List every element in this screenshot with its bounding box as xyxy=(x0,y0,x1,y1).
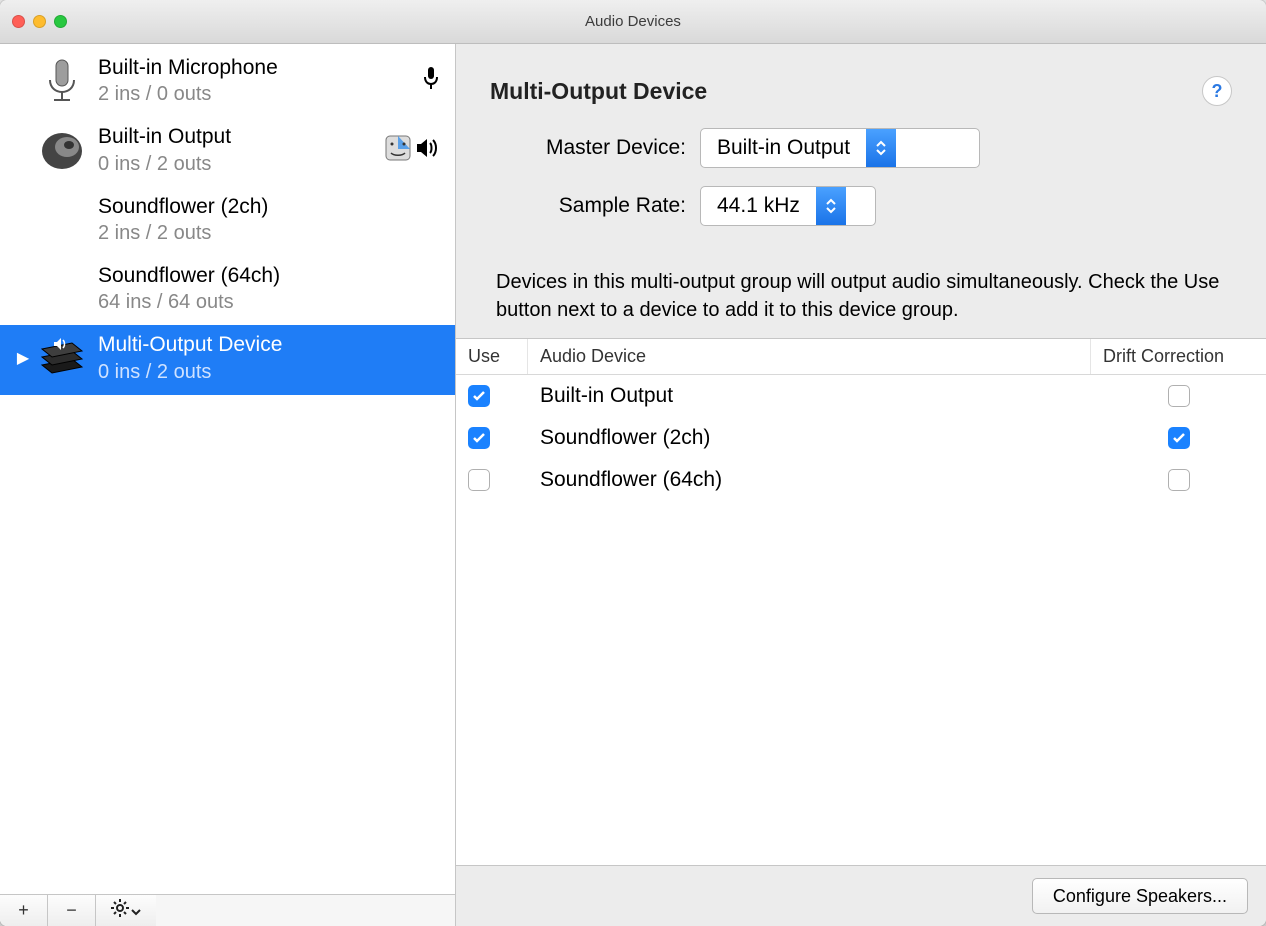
chevron-down-icon xyxy=(131,900,141,921)
stack-speaker-icon xyxy=(32,335,92,381)
device-name: Soundflower (64ch) xyxy=(98,262,441,290)
device-text: Soundflower (64ch) 64 ins / 64 outs xyxy=(92,262,441,315)
microphone-icon xyxy=(32,56,92,106)
body: ▶ Built-in Microphone 2 ins / 0 outs xyxy=(0,44,1266,926)
description: Devices in this multi-output group will … xyxy=(456,254,1266,338)
use-checkbox[interactable] xyxy=(468,469,490,491)
sidebar-item-built-in-microphone[interactable]: ▶ Built-in Microphone 2 ins / 0 outs xyxy=(0,48,455,117)
page-title: Multi-Output Device xyxy=(490,78,707,105)
traffic-lights xyxy=(12,15,67,28)
main-header: Multi-Output Device ? Master Device: Bui… xyxy=(456,44,1266,254)
device-text: Soundflower (2ch) 2 ins / 2 outs xyxy=(92,193,441,246)
sidebar-item-built-in-output[interactable]: ▶ Built-in Output 0 ins / 2 outs xyxy=(0,117,455,186)
device-text: Built-in Microphone 2 ins / 0 outs xyxy=(92,54,421,107)
minus-icon: − xyxy=(66,900,77,921)
cell-use xyxy=(456,375,528,417)
devices-table: Use Audio Device Drift Correction Built-… xyxy=(456,338,1266,866)
col-header-use[interactable]: Use xyxy=(456,339,528,374)
remove-button[interactable]: − xyxy=(48,895,96,926)
cell-device: Soundflower (2ch) xyxy=(528,417,1091,459)
sample-rate-row: Sample Rate: 44.1 kHz xyxy=(490,186,1232,226)
cell-use xyxy=(456,417,528,459)
device-badges xyxy=(385,135,441,166)
cell-drift xyxy=(1091,375,1266,417)
output-speaker-icon xyxy=(415,137,441,164)
sidebar: ▶ Built-in Microphone 2 ins / 0 outs xyxy=(0,44,456,926)
sidebar-footer: + − xyxy=(0,894,455,926)
settings-button[interactable] xyxy=(96,895,156,926)
main-footer: Configure Speakers... xyxy=(456,866,1266,926)
device-name: Built-in Output xyxy=(98,123,385,151)
sample-rate-value: 44.1 kHz xyxy=(701,194,816,218)
add-button[interactable]: + xyxy=(0,895,48,926)
cell-drift xyxy=(1091,417,1266,459)
gear-icon xyxy=(111,899,129,922)
sample-rate-select[interactable]: 44.1 kHz xyxy=(700,186,876,226)
device-badges xyxy=(421,65,441,96)
close-button[interactable] xyxy=(12,15,25,28)
cell-device: Built-in Output xyxy=(528,375,1091,417)
sidebar-item-soundflower-2ch[interactable]: ▶ Soundflower (2ch) 2 ins / 2 outs xyxy=(0,187,455,256)
updown-icon xyxy=(816,187,846,225)
plus-icon: + xyxy=(18,900,29,921)
disclosure-triangle-icon: ▶ xyxy=(14,348,32,368)
col-header-drift[interactable]: Drift Correction xyxy=(1091,339,1266,374)
device-meta: 2 ins / 0 outs xyxy=(98,82,421,107)
use-checkbox[interactable] xyxy=(468,427,490,449)
device-text: Built-in Output 0 ins / 2 outs xyxy=(92,123,385,176)
main-pane: Multi-Output Device ? Master Device: Bui… xyxy=(456,44,1266,926)
window: Audio Devices ▶ Built-in Microphone 2 in… xyxy=(0,0,1266,926)
device-name: Multi-Output Device xyxy=(98,331,441,359)
device-meta: 64 ins / 64 outs xyxy=(98,290,441,315)
device-meta: 0 ins / 2 outs xyxy=(98,360,441,385)
table-row[interactable]: Soundflower (2ch) xyxy=(456,417,1266,459)
master-device-label: Master Device: xyxy=(490,136,700,160)
device-text: Multi-Output Device 0 ins / 2 outs xyxy=(92,331,441,384)
configure-speakers-button[interactable]: Configure Speakers... xyxy=(1032,878,1248,914)
table-row[interactable]: Built-in Output xyxy=(456,375,1266,417)
device-name: Soundflower (2ch) xyxy=(98,193,441,221)
device-list: ▶ Built-in Microphone 2 ins / 0 outs xyxy=(0,44,455,894)
use-checkbox[interactable] xyxy=(468,385,490,407)
table-header: Use Audio Device Drift Correction xyxy=(456,339,1266,375)
col-header-device[interactable]: Audio Device xyxy=(528,339,1091,374)
help-icon: ? xyxy=(1212,81,1223,102)
sample-rate-label: Sample Rate: xyxy=(490,194,700,218)
master-device-select[interactable]: Built-in Output xyxy=(700,128,980,168)
speaker-icon xyxy=(32,125,92,175)
finder-icon xyxy=(385,135,411,166)
title-row: Multi-Output Device ? xyxy=(490,76,1232,106)
cell-use xyxy=(456,459,528,501)
cell-device: Soundflower (64ch) xyxy=(528,459,1091,501)
sidebar-item-multi-output[interactable]: ▶ Multi-Output Device 0 ins / 2 outs xyxy=(0,325,455,394)
help-button[interactable]: ? xyxy=(1202,76,1232,106)
sidebar-item-soundflower-64ch[interactable]: ▶ Soundflower (64ch) 64 ins / 64 outs xyxy=(0,256,455,325)
master-device-value: Built-in Output xyxy=(701,136,866,160)
device-name: Built-in Microphone xyxy=(98,54,421,82)
table-row[interactable]: Soundflower (64ch) xyxy=(456,459,1266,501)
drift-checkbox[interactable] xyxy=(1168,469,1190,491)
cell-drift xyxy=(1091,459,1266,501)
zoom-button[interactable] xyxy=(54,15,67,28)
minimize-button[interactable] xyxy=(33,15,46,28)
device-meta: 2 ins / 2 outs xyxy=(98,221,441,246)
drift-checkbox[interactable] xyxy=(1168,427,1190,449)
drift-checkbox[interactable] xyxy=(1168,385,1190,407)
device-meta: 0 ins / 2 outs xyxy=(98,152,385,177)
input-mic-icon xyxy=(421,65,441,96)
updown-icon xyxy=(866,129,896,167)
form-rows: Master Device: Built-in Output Sample Ra… xyxy=(490,128,1232,226)
titlebar: Audio Devices xyxy=(0,0,1266,44)
window-title: Audio Devices xyxy=(0,13,1266,30)
master-device-row: Master Device: Built-in Output xyxy=(490,128,1232,168)
